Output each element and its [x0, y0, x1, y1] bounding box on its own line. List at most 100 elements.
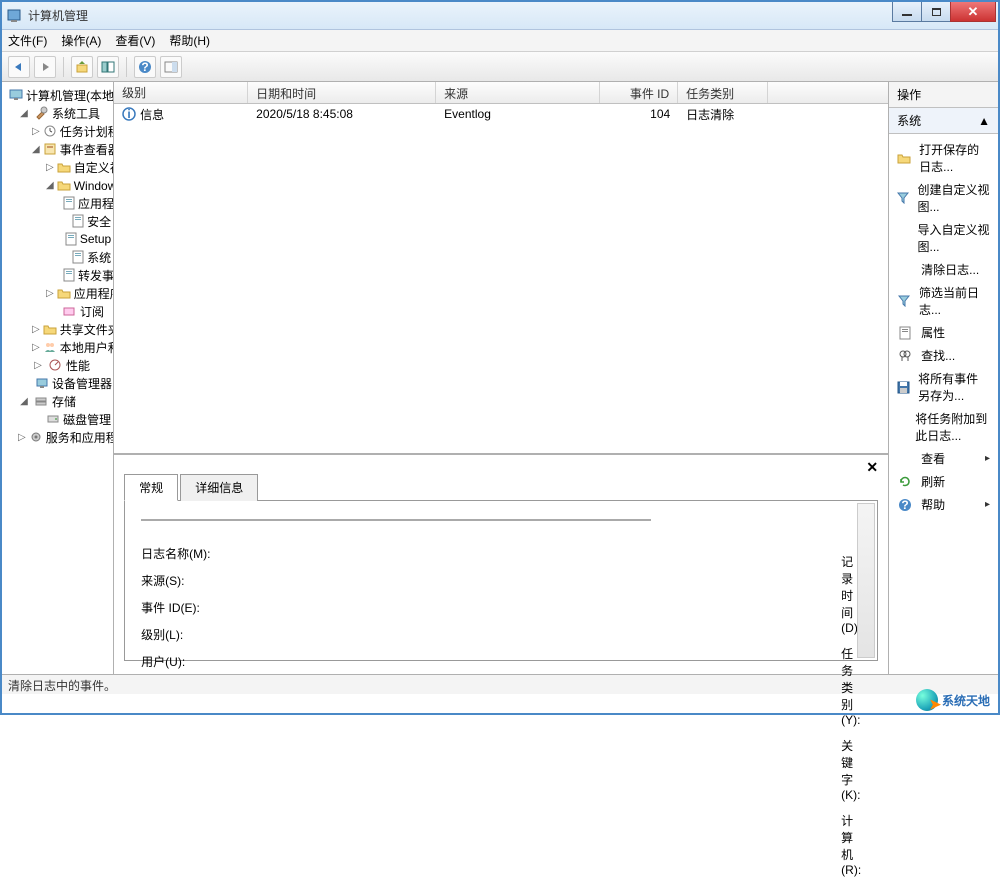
tree-task-scheduler[interactable]: ▷任务计划程序 [4, 122, 111, 140]
watermark-text: 系统天地 [942, 692, 990, 709]
col-source[interactable]: 来源 [436, 82, 600, 103]
event-category: 日志清除 [678, 106, 768, 123]
tree-app-service-logs[interactable]: ▷应用程序和服务日志 [4, 284, 111, 302]
forward-button[interactable] [34, 56, 56, 78]
tree-log-forwarded[interactable]: 转发事件 [4, 266, 111, 284]
tree-shared-folders[interactable]: ▷共享文件夹 [4, 320, 111, 338]
window-title: 计算机管理 [28, 7, 88, 24]
label-keywords: 关键字(K): [841, 737, 861, 802]
tree-disk-management[interactable]: 磁盘管理 [4, 410, 111, 428]
label-source: 来源(S): [141, 572, 651, 589]
show-hide-tree-button[interactable] [97, 56, 119, 78]
col-datetime[interactable]: 日期和时间 [248, 82, 436, 103]
list-body: i 信息 2020/5/18 8:45:08 Eventlog 104 日志清除 [114, 104, 888, 124]
action-view-submenu[interactable]: 查看 [889, 447, 998, 470]
tree-custom-views[interactable]: ▷自定义视图 [4, 158, 111, 176]
action-clear-log[interactable]: 清除日志... [889, 258, 998, 281]
tree-storage[interactable]: ◢存储 [4, 392, 111, 410]
col-category[interactable]: 任务类别 [678, 82, 768, 103]
menu-file[interactable]: 文件(F) [8, 32, 47, 49]
tree-local-users[interactable]: ▷本地用户和组 [4, 338, 111, 356]
save-icon [897, 379, 910, 395]
action-save-all-events[interactable]: 将所有事件另存为... [889, 367, 998, 407]
event-level: 信息 [140, 106, 164, 123]
services-icon [29, 430, 43, 444]
tree-device-manager[interactable]: 设备管理器 [4, 374, 111, 392]
action-filter-log[interactable]: 筛选当前日志... [889, 281, 998, 321]
minimize-button[interactable] [892, 2, 922, 22]
event-list[interactable]: 级别 日期和时间 来源 事件 ID 任务类别 i 信息 2020/5/18 8:4… [114, 82, 888, 454]
users-icon [43, 340, 57, 354]
show-action-pane-button[interactable] [160, 56, 182, 78]
tree-windows-logs[interactable]: ◢Windows 日志 [4, 176, 111, 194]
help-button[interactable]: ? [134, 56, 156, 78]
event-viewer-icon [43, 142, 57, 156]
tree-log-security[interactable]: 安全 [4, 212, 111, 230]
event-row[interactable]: i 信息 2020/5/18 8:45:08 Eventlog 104 日志清除 [114, 104, 888, 124]
main-area: 计算机管理(本地) ◢系统工具 ▷任务计划程序 ◢事件查看器 ▷自定义视图 ◢W… [2, 82, 998, 674]
app-icon [6, 8, 22, 24]
event-source: Eventlog [436, 107, 600, 121]
action-properties[interactable]: 属性 [889, 321, 998, 344]
subscription-icon [61, 304, 77, 318]
back-button[interactable] [8, 56, 30, 78]
action-create-custom-view[interactable]: 创建自定义视图... [889, 178, 998, 218]
log-icon [63, 268, 75, 282]
close-button[interactable]: ✕ [950, 2, 996, 22]
actions-pane: 操作 系统▲ 打开保存的日志... 创建自定义视图... 导入自定义视图... … [889, 82, 998, 674]
col-eventid[interactable]: 事件 ID [600, 82, 678, 103]
action-find[interactable]: 查找... [889, 344, 998, 367]
svg-text:i: i [128, 107, 131, 121]
tree-event-viewer[interactable]: ◢事件查看器 [4, 140, 111, 158]
action-refresh[interactable]: 刷新 [889, 470, 998, 493]
blank-icon [897, 262, 913, 278]
actions-list: 打开保存的日志... 创建自定义视图... 导入自定义视图... 清除日志...… [889, 134, 998, 520]
properties-icon [897, 325, 913, 341]
maximize-button[interactable] [921, 2, 951, 22]
toolbar-separator [126, 57, 127, 77]
tree-performance[interactable]: ▷性能 [4, 356, 111, 374]
menu-help[interactable]: 帮助(H) [169, 32, 210, 49]
tree-log-application[interactable]: 应用程序 [4, 194, 111, 212]
tree-root[interactable]: 计算机管理(本地) [4, 86, 111, 104]
storage-icon [33, 394, 49, 408]
disk-icon [46, 412, 60, 426]
performance-icon [47, 358, 63, 372]
actions-section[interactable]: 系统▲ [889, 108, 998, 134]
action-open-saved-log[interactable]: 打开保存的日志... [889, 138, 998, 178]
details-close-button[interactable]: ✕ [866, 459, 878, 476]
label-eventid: 事件 ID(E): [141, 599, 651, 616]
tree-log-system[interactable]: 系统 [4, 248, 111, 266]
menu-view[interactable]: 查看(V) [115, 32, 155, 49]
action-import-custom-view[interactable]: 导入自定义视图... [889, 218, 998, 258]
label-computer: 计算机(R): [841, 812, 861, 877]
tree-system-tools[interactable]: ◢系统工具 [4, 104, 111, 122]
tab-details[interactable]: 详细信息 [180, 474, 258, 501]
tree-log-setup[interactable]: Setup [4, 230, 111, 248]
refresh-icon [897, 474, 913, 490]
action-attach-task[interactable]: 将任务附加到此日志... [889, 407, 998, 447]
log-icon [72, 250, 84, 264]
actions-header: 操作 [889, 82, 998, 108]
list-header: 级别 日期和时间 来源 事件 ID 任务类别 [114, 82, 888, 104]
tree-pane[interactable]: 计算机管理(本地) ◢系统工具 ▷任务计划程序 ◢事件查看器 ▷自定义视图 ◢W… [2, 82, 114, 674]
tree-services-apps[interactable]: ▷服务和应用程序 [4, 428, 111, 446]
details-message-box [141, 519, 651, 521]
funnel-icon [897, 293, 911, 309]
col-level[interactable]: 级别 [114, 82, 248, 103]
tools-icon [33, 106, 49, 120]
event-id: 104 [600, 107, 678, 121]
label-logged: 记录时间(D): [841, 553, 861, 635]
action-help-submenu[interactable]: ?帮助 [889, 493, 998, 516]
window-controls: ✕ [893, 2, 996, 22]
menu-action[interactable]: 操作(A) [61, 32, 101, 49]
up-button[interactable] [71, 56, 93, 78]
event-datetime: 2020/5/18 8:45:08 [248, 107, 436, 121]
blank-icon [897, 451, 913, 467]
blank-icon [897, 230, 909, 246]
tree-subscriptions[interactable]: 订阅 [4, 302, 111, 320]
label-logname: 日志名称(M): [141, 545, 651, 562]
menubar: 文件(F) 操作(A) 查看(V) 帮助(H) [2, 30, 998, 52]
tab-general[interactable]: 常规 [124, 474, 178, 501]
help-icon: ? [897, 497, 913, 513]
